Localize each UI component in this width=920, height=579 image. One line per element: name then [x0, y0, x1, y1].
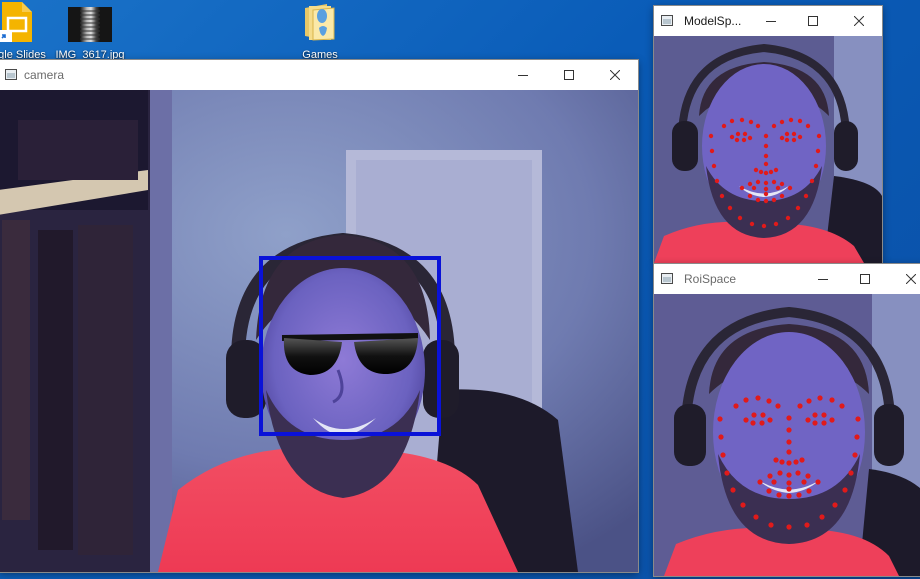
maximize-icon: [808, 16, 818, 26]
minimize-button[interactable]: [748, 6, 794, 36]
app-icon: [661, 273, 673, 284]
minimize-button[interactable]: [800, 264, 846, 294]
close-button[interactable]: [888, 264, 920, 294]
google-slides-icon: [0, 2, 34, 42]
app-icon: [5, 69, 17, 80]
app-icon: [661, 15, 673, 26]
minimize-button[interactable]: [500, 60, 546, 90]
maximize-button[interactable]: [842, 264, 888, 294]
window-title: ModelSp...: [684, 14, 742, 28]
close-icon: [906, 274, 916, 284]
image-file-icon: [68, 7, 112, 42]
camera-window[interactable]: camera: [0, 60, 638, 572]
model-space-window[interactable]: ModelSp...: [654, 6, 882, 263]
maximize-button[interactable]: [546, 60, 592, 90]
minimize-icon: [818, 279, 828, 280]
close-icon: [610, 70, 620, 80]
titlebar[interactable]: ModelSp...: [654, 6, 882, 36]
desktop-icon-img-3617[interactable]: IMG_3617.jpg: [50, 0, 130, 62]
roi-space-window[interactable]: RoiSpace: [654, 264, 920, 576]
window-title: camera: [24, 68, 65, 82]
minimize-icon: [766, 21, 776, 22]
titlebar[interactable]: RoiSpace: [654, 264, 920, 294]
desktop-icon-games[interactable]: Games: [280, 0, 360, 62]
window-title: RoiSpace: [684, 272, 737, 286]
roi-space-view: [654, 294, 920, 576]
close-button[interactable]: [592, 60, 638, 90]
maximize-icon: [564, 70, 574, 80]
maximize-button[interactable]: [790, 6, 836, 36]
folder-icon: [301, 2, 337, 42]
titlebar[interactable]: camera: [0, 60, 638, 90]
maximize-icon: [860, 274, 870, 284]
close-button[interactable]: [836, 6, 882, 36]
camera-feed: [0, 90, 638, 572]
close-icon: [854, 16, 864, 26]
minimize-icon: [518, 75, 528, 76]
model-space-view: [654, 36, 882, 263]
